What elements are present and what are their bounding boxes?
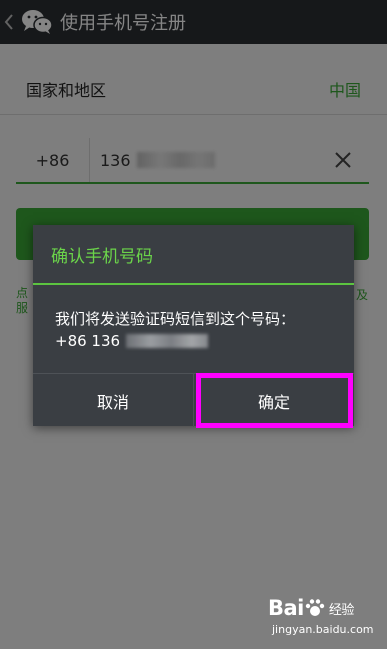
baidu-logo: Bai 经验 <box>268 596 380 620</box>
dialog-message: 我们将发送验证码短信到这个号码： +86 136 <box>33 285 354 373</box>
watermark-url: jingyan.baidu.com <box>272 623 374 636</box>
paw-icon <box>305 599 325 616</box>
watermark-logo-text: Bai <box>268 596 304 620</box>
dialog-message-text: 我们将发送验证码短信到这个号码： <box>55 310 296 328</box>
blurred-phone-digits <box>126 334 209 348</box>
dialog-title: 确认手机号码 <box>33 225 354 285</box>
baidu-jingyan-watermark: Bai 经验 jingyan.baidu.com <box>268 596 380 642</box>
dialog-phone-number: +86 136 <box>55 331 332 351</box>
dialog-number-prefix: +86 136 <box>55 332 121 350</box>
register-page: 使用手机号注册 国家和地区 中国 +86 136 点 服 及 确认手机号码 我们… <box>0 0 387 649</box>
watermark-jingyan: 经验 <box>328 602 355 618</box>
confirm-highlight-box <box>196 373 353 428</box>
cancel-button[interactable]: 取消 <box>33 374 194 427</box>
